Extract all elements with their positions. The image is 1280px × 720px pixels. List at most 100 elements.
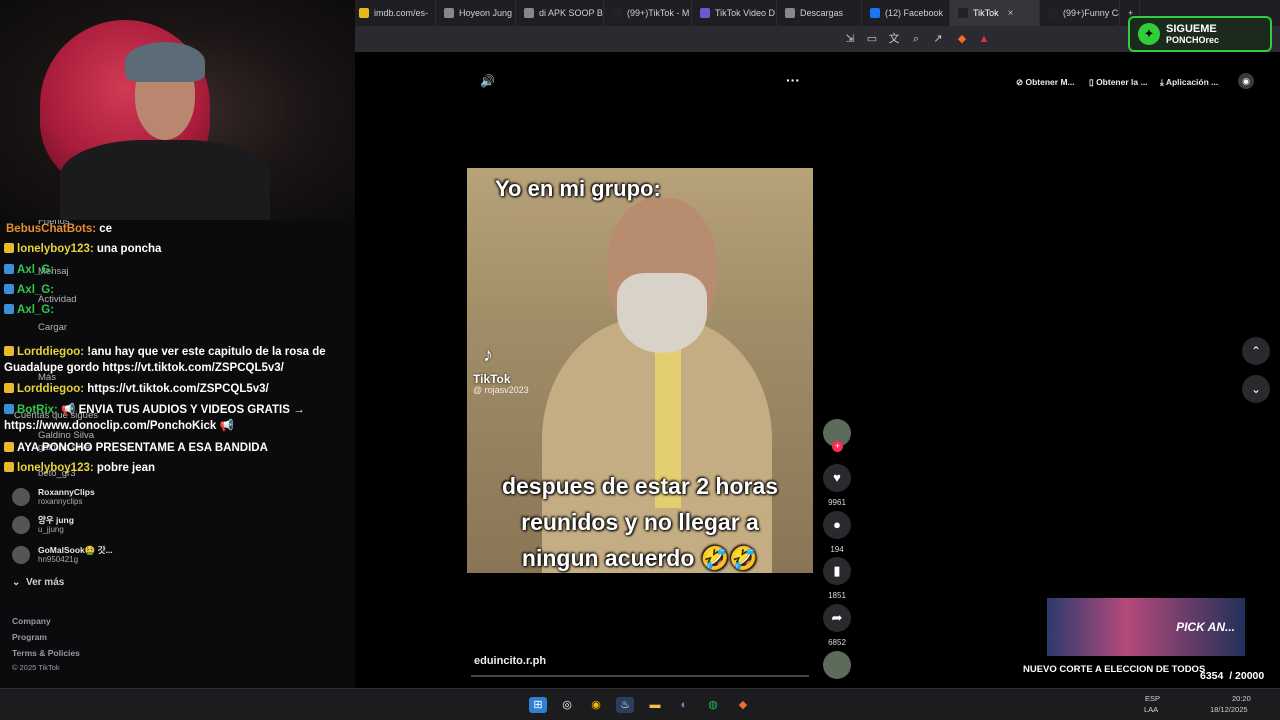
save-action[interactable]: ▮ 1851 [823,557,851,600]
cast-icon[interactable]: ▭ [865,32,879,46]
chat-message: BebusChatBots: ce [4,221,352,237]
chat-badge-icon [4,404,14,414]
tab-title: di APK SOOP B [539,8,603,18]
share-action[interactable]: ➦ 6852 [823,604,851,647]
chat-badge-icon [4,383,14,393]
spotify-icon[interactable]: ◍ [704,697,722,713]
clip-goal-current: 6354 [1200,670,1224,682]
browser-tab[interactable]: imdb.com/es- [351,0,436,26]
sound-disc-icon[interactable] [823,651,851,679]
browser-tab[interactable]: Hoyeon Jung [436,0,516,26]
account-handle: u_jjung [38,525,64,534]
followed-account[interactable]: RoxannyClips roxannyclips [12,487,95,507]
tiktok-watermark: TikTok [473,372,511,386]
follow-plus-icon[interactable]: + [832,441,843,452]
like-count: 9961 [828,498,846,507]
twitter-line2: PONCHOrec [1166,35,1220,45]
tab-favicon-icon [612,8,622,18]
chat-badge-icon [4,284,14,294]
chat-username: Axl_G: [17,304,55,316]
browser-tab[interactable]: di APK SOOP B [516,0,604,26]
translate-icon[interactable]: 文 [887,32,901,46]
video-top-caption: Yo en mi grupo: [495,176,661,201]
browser-tab[interactable]: Descargas [777,0,862,26]
browser-tab[interactable]: (99+)TikTok - M [604,0,692,26]
zoom-icon[interactable]: ⌕ [909,32,923,46]
sound-disc-action[interactable] [823,651,851,679]
followed-account[interactable]: GoMalSook🤮 갓... hn950421g [12,545,113,565]
steam-icon[interactable]: ♨ [616,697,634,713]
followed-account[interactable]: 양우 jung u_jjung [12,515,74,535]
webcam-body [60,140,270,220]
account-handle: roxannyclips [38,497,83,506]
video-author[interactable]: eduincito.r.ph [474,655,546,667]
like-action[interactable]: ♥ 9961 [823,464,851,507]
reader-icon[interactable]: ⇲ [843,32,857,46]
chat-username: Axl_G: [17,284,55,296]
tray-date[interactable]: 18/12/2025 [1210,705,1248,714]
footer-company[interactable]: Company [12,616,51,626]
previous-video-button[interactable]: ⌃ [1242,337,1270,365]
ver-mas-link[interactable]: ⌄ Ver más [12,577,64,588]
profile-icon[interactable]: ◉ [1238,73,1254,89]
tiktok-logo-icon: ♪ [483,344,493,366]
share-arrow-icon[interactable]: ➦ [823,604,851,632]
volume-icon[interactable]: 🔊 [480,74,495,88]
ext-pill-2[interactable]: ▯ Obtener la ... [1089,72,1148,92]
chat-message: Lorddiegoo: https://vt.tiktok.com/ZSPCQL… [4,381,352,397]
start-windows-icon[interactable]: ⊞ [529,697,547,713]
next-video-button[interactable]: ⌄ [1242,375,1270,403]
close-tab-icon[interactable]: × [1008,8,1014,19]
video-beard [617,273,707,353]
clip-thumbnail-text: PICK AN... [1176,620,1235,634]
tab-title: (99+)TikTok - M [627,8,690,18]
left-panel: Friends Mensaj Actividad Cargar Más Cuentas q… [0,220,355,688]
footer-terms[interactable]: Terms & Policies [12,648,80,658]
clip-thumbnail: PICK AN... [1047,598,1245,656]
chevron-up-icon: ⌃ [1250,344,1262,358]
chat-badge-icon [4,304,14,314]
author-avatar-action[interactable]: + [823,419,851,452]
avatar [12,516,30,534]
share-icon[interactable]: ↗ [931,32,945,46]
chat-badge-icon [4,442,14,452]
caption-line-3: ningun acuerdo 🤣🤣 [521,545,759,571]
chat-badge-icon [4,264,14,274]
browser-tab[interactable]: TikTok Video D [692,0,777,26]
browser-tab[interactable]: (12) Facebook [862,0,950,26]
folder-icon[interactable]: ▬ [646,697,664,713]
footer-program[interactable]: Program [12,632,47,642]
tray-region[interactable]: LAA [1144,705,1158,714]
heart-icon[interactable]: ♥ [823,464,851,492]
tiktok-video[interactable]: Yo en mi grupo: ♪ TikTok @ rojasv2023 de… [467,168,813,573]
browser-tab[interactable]: TikTok × [950,0,1040,26]
more-options-icon[interactable]: ··· [786,72,800,88]
chevron-down-icon: ⌄ [12,577,21,588]
chrome-icon[interactable]: ◉ [587,697,605,713]
comment-action[interactable]: ● 194 [823,511,851,554]
clip-goal-title: NUEVO CORTE A ELECCION DE TODOS [1023,664,1206,675]
tab-favicon-icon [785,8,795,18]
save-count: 1851 [828,591,846,600]
video-progress-bar[interactable] [471,675,809,677]
ext-pill-3[interactable]: ⤓ Aplicación ... [1160,72,1218,92]
tray-time[interactable]: 20:20 [1232,694,1251,703]
bookmark-icon[interactable]: ▮ [823,557,851,585]
brave-shield-icon[interactable]: ◆ [955,32,969,46]
browser-tab[interactable]: (99+)Funny Ca [1040,0,1120,26]
tab-favicon-icon [1048,8,1058,18]
webcam-feed [0,0,355,220]
ext-pill-1[interactable]: ⊘ Obtener M... [1016,72,1075,92]
tab-favicon-icon [524,8,534,18]
sidebar-nav-item[interactable]: Cargar [38,322,67,333]
tray-lang[interactable]: ESP [1145,694,1160,703]
avatar [12,546,30,564]
obs-icon[interactable]: ◎ [558,697,576,713]
comment-icon[interactable]: ● [823,511,851,539]
discord-icon[interactable]: ◐ [675,697,693,713]
brave-icon[interactable]: ◆ [734,697,752,713]
rewards-icon[interactable]: ▲ [977,32,991,46]
chat-text: pobre jean [93,462,156,474]
tab-favicon-icon [359,8,369,18]
chat-username: BotRix: [17,404,58,416]
